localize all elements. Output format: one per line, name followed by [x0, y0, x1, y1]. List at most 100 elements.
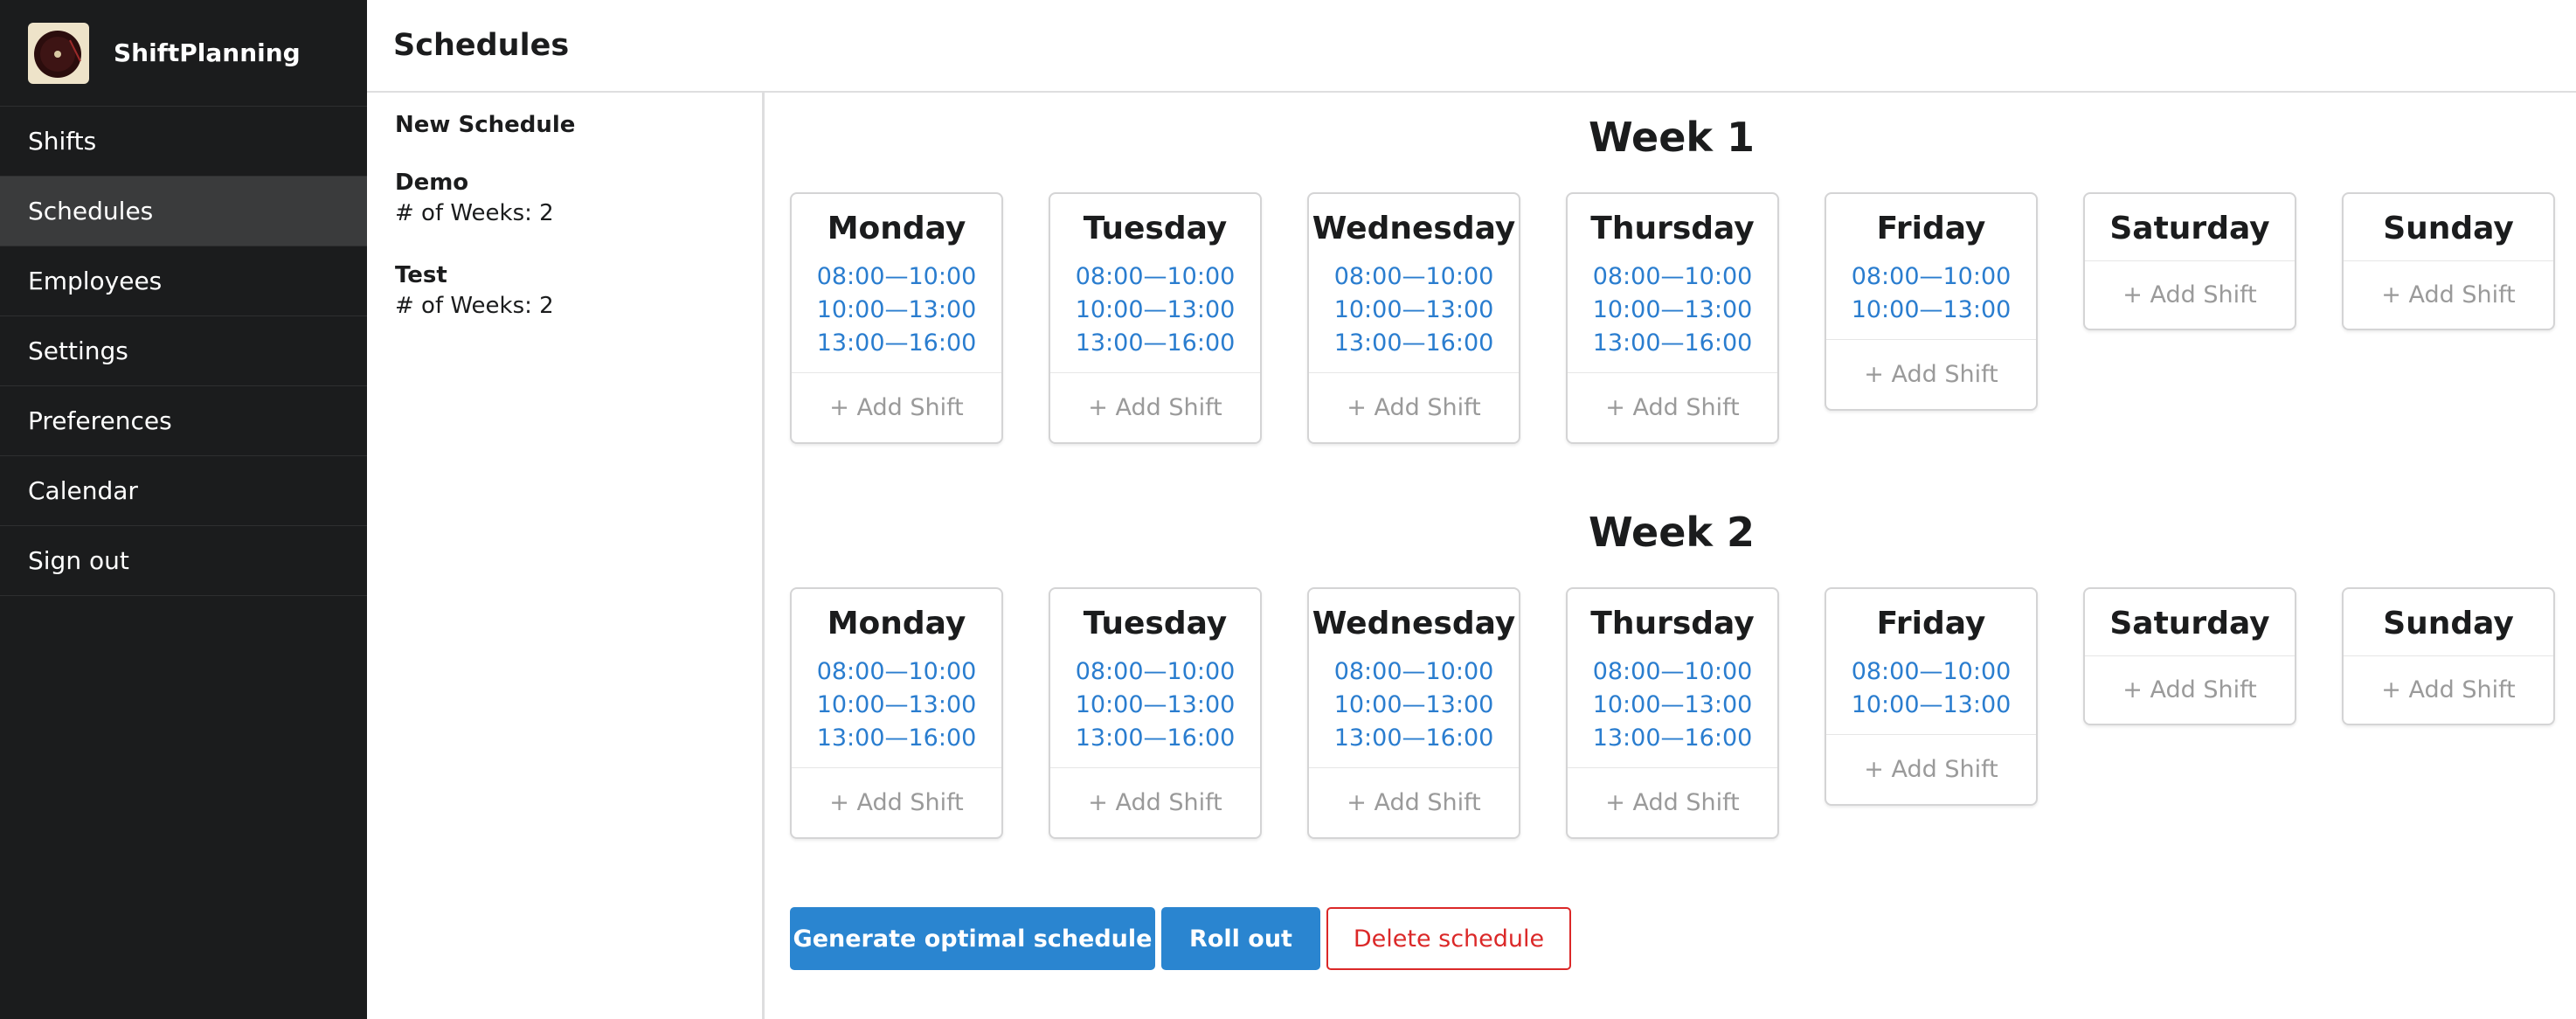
page-header: Schedules	[367, 0, 2576, 93]
day-header: Wednesday	[1309, 194, 1519, 260]
day-card-friday: Friday 08:00—10:00 10:00—13:00 + Add Shift	[1825, 192, 2038, 411]
day-header: Monday	[792, 194, 1001, 260]
shift-link[interactable]: 13:00—16:00	[1309, 327, 1519, 360]
shift-link[interactable]: 13:00—16:00	[792, 722, 1001, 755]
day-name: Thursday	[1590, 211, 1755, 246]
shift-link[interactable]: 08:00—10:00	[792, 260, 1001, 294]
day-name: Thursday	[1590, 606, 1755, 641]
sidebar-item-calendar[interactable]: Calendar	[0, 456, 367, 526]
shift-list: 08:00—10:00 10:00—13:00 13:00—16:00	[792, 655, 1001, 767]
week-title: Week 1	[1588, 114, 1755, 161]
day-header: Saturday	[2085, 194, 2295, 260]
sidebar-item-shifts[interactable]: Shifts	[0, 107, 367, 177]
sidebar-item-settings[interactable]: Settings	[0, 316, 367, 386]
add-shift-button[interactable]: + Add Shift	[1050, 767, 1260, 837]
week-section: Week 2 Monday 08:00—10:00 10:00—13:00 13:00—…	[767, 488, 2576, 883]
shift-link[interactable]: 08:00—10:00	[1568, 260, 1777, 294]
day-card-friday: Friday 08:00—10:00 10:00—13:00 + Add Shift	[1825, 587, 2038, 806]
day-name: Tuesday	[1083, 211, 1228, 246]
add-shift-button[interactable]: + Add Shift	[1309, 767, 1519, 837]
sidebar-item-preferences[interactable]: Preferences	[0, 386, 367, 456]
day-header: Sunday	[2344, 194, 2553, 260]
schedule-name: Test	[395, 262, 447, 288]
shift-link[interactable]: 08:00—10:00	[1826, 260, 2036, 294]
shift-link[interactable]: 10:00—13:00	[1309, 689, 1519, 722]
shift-link[interactable]: 10:00—13:00	[1309, 294, 1519, 327]
sidebar-item-sign-out[interactable]: Sign out	[0, 526, 367, 596]
shift-link[interactable]: 13:00—16:00	[1568, 722, 1777, 755]
day-card-monday: Monday 08:00—10:00 10:00—13:00 13:00—16:00 +…	[790, 192, 1003, 444]
shift-link[interactable]: 10:00—13:00	[792, 294, 1001, 327]
shift-list: 08:00—10:00 10:00—13:00	[1826, 655, 2036, 734]
shift-link[interactable]: 10:00—13:00	[1826, 689, 2036, 722]
shift-list: 08:00—10:00 10:00—13:00 13:00—16:00	[1568, 655, 1777, 767]
shift-link[interactable]: 08:00—10:00	[792, 655, 1001, 689]
shift-list: 08:00—10:00 10:00—13:00	[1826, 260, 2036, 339]
shift-list: 08:00—10:00 10:00—13:00 13:00—16:00	[1050, 655, 1260, 767]
day-header: Sunday	[2344, 589, 2553, 655]
shift-link[interactable]: 08:00—10:00	[1309, 260, 1519, 294]
shift-link[interactable]: 13:00—16:00	[792, 327, 1001, 360]
add-shift-button[interactable]: + Add Shift	[2085, 260, 2295, 329]
day-header: Friday	[1826, 194, 2036, 260]
page-title: Schedules	[393, 28, 570, 63]
add-shift-button[interactable]: + Add Shift	[1309, 372, 1519, 442]
day-name: Saturday	[2109, 606, 2270, 641]
sidebar-item-employees[interactable]: Employees	[0, 246, 367, 316]
generate-schedule-button[interactable]: Generate optimal schedule	[790, 907, 1155, 970]
brand[interactable]: ShiftPlanning	[0, 0, 367, 107]
new-schedule-link[interactable]: New Schedule	[395, 112, 762, 138]
add-shift-button[interactable]: + Add Shift	[792, 767, 1001, 837]
day-card-tuesday: Tuesday 08:00—10:00 10:00—13:00 13:00—16:00…	[1049, 192, 1262, 444]
week-title: Week 2	[1588, 509, 1755, 556]
add-shift-button[interactable]: + Add Shift	[792, 372, 1001, 442]
shift-link[interactable]: 10:00—13:00	[1826, 294, 2036, 327]
shift-link[interactable]: 10:00—13:00	[792, 689, 1001, 722]
day-card-sunday: Sunday + Add Shift	[2342, 192, 2555, 330]
day-name: Monday	[827, 211, 966, 246]
shift-list: 08:00—10:00 10:00—13:00 13:00—16:00	[1309, 260, 1519, 372]
add-shift-button[interactable]: + Add Shift	[2085, 655, 2295, 724]
sidebar: ShiftPlanning Shifts Schedules Employees…	[0, 0, 367, 1019]
shift-link[interactable]: 13:00—16:00	[1568, 327, 1777, 360]
shift-link[interactable]: 10:00—13:00	[1050, 294, 1260, 327]
roll-out-button[interactable]: Roll out	[1161, 907, 1320, 970]
add-shift-button[interactable]: + Add Shift	[1568, 767, 1777, 837]
app-name: ShiftPlanning	[114, 38, 301, 67]
schedule-entry-test[interactable]: Test # of Weeks: 2	[395, 260, 762, 322]
day-header: Saturday	[2085, 589, 2295, 655]
day-header: Tuesday	[1050, 589, 1260, 655]
add-shift-button[interactable]: + Add Shift	[2344, 655, 2553, 724]
day-header: Thursday	[1568, 589, 1777, 655]
day-card-thursday: Thursday 08:00—10:00 10:00—13:00 13:00—16:0…	[1566, 192, 1779, 444]
shift-link[interactable]: 10:00—13:00	[1568, 689, 1777, 722]
day-header: Friday	[1826, 589, 2036, 655]
shift-link[interactable]: 08:00—10:00	[1050, 655, 1260, 689]
day-card-thursday: Thursday 08:00—10:00 10:00—13:00 13:00—16:0…	[1566, 587, 1779, 839]
day-header: Monday	[792, 589, 1001, 655]
add-shift-button[interactable]: + Add Shift	[1568, 372, 1777, 442]
shift-link[interactable]: 13:00—16:00	[1050, 722, 1260, 755]
delete-schedule-button[interactable]: Delete schedule	[1326, 907, 1571, 970]
shift-link[interactable]: 13:00—16:00	[1309, 722, 1519, 755]
shift-link[interactable]: 08:00—10:00	[1309, 655, 1519, 689]
add-shift-button[interactable]: + Add Shift	[1826, 339, 2036, 409]
shift-link[interactable]: 13:00—16:00	[1050, 327, 1260, 360]
add-shift-button[interactable]: + Add Shift	[1826, 734, 2036, 804]
add-shift-button[interactable]: + Add Shift	[1050, 372, 1260, 442]
day-name: Monday	[827, 606, 966, 641]
sidebar-item-schedules[interactable]: Schedules	[0, 177, 367, 246]
shift-link[interactable]: 08:00—10:00	[1568, 655, 1777, 689]
day-name: Wednesday	[1312, 606, 1516, 641]
shift-link[interactable]: 10:00—13:00	[1568, 294, 1777, 327]
app-logo	[28, 22, 89, 84]
add-shift-button[interactable]: + Add Shift	[2344, 260, 2553, 329]
shift-link[interactable]: 08:00—10:00	[1050, 260, 1260, 294]
day-name: Tuesday	[1083, 606, 1228, 641]
day-name: Friday	[1876, 606, 1986, 641]
day-card-sunday: Sunday + Add Shift	[2342, 587, 2555, 725]
schedule-name: Demo	[395, 170, 469, 196]
schedule-entry-demo[interactable]: Demo # of Weeks: 2	[395, 168, 762, 229]
shift-link[interactable]: 08:00—10:00	[1826, 655, 2036, 689]
shift-link[interactable]: 10:00—13:00	[1050, 689, 1260, 722]
